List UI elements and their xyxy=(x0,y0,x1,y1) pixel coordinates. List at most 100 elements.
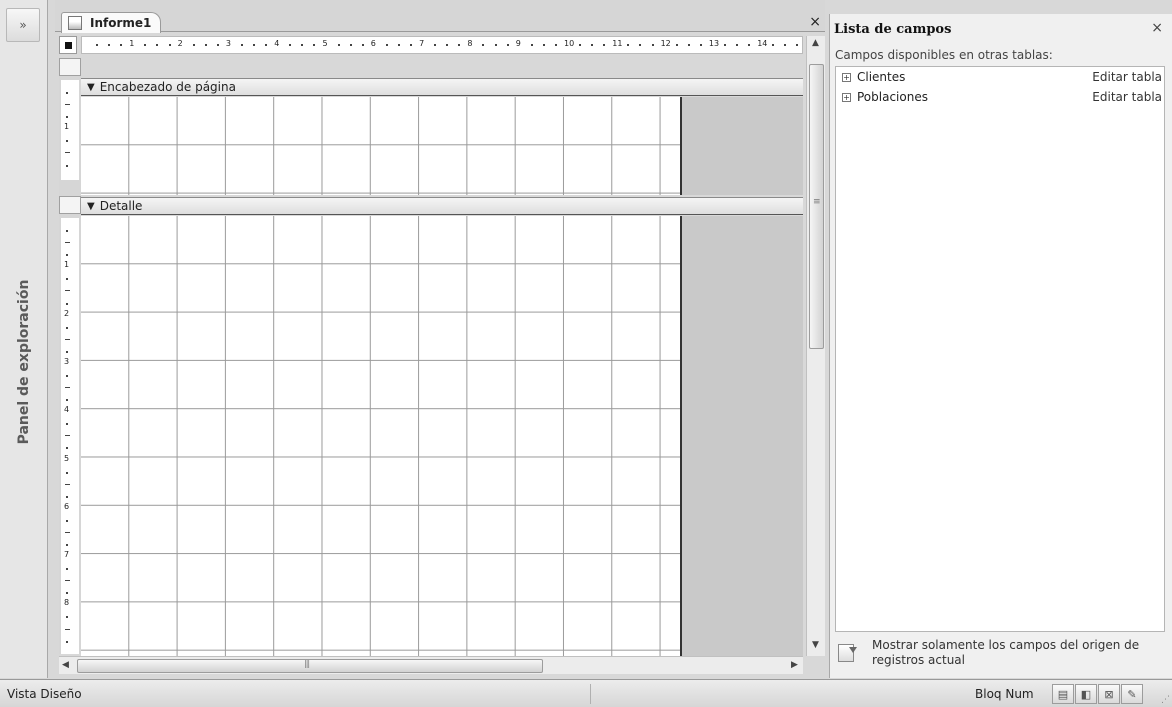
ruler-tick-label: 6 xyxy=(370,39,376,48)
scroll-right-icon[interactable]: ▶ xyxy=(791,660,798,670)
ruler-tick xyxy=(65,242,70,244)
table-name[interactable]: Poblaciones xyxy=(857,90,928,104)
ruler-tick xyxy=(66,544,68,547)
ruler-tick-label: 10 xyxy=(564,39,575,48)
ruler-tick xyxy=(66,350,68,353)
edit-table-link[interactable]: Editar tabla xyxy=(1092,90,1162,104)
ruler-tick xyxy=(434,44,437,46)
layout-view-icon[interactable]: ⊠ xyxy=(1098,684,1120,704)
list-item-poblaciones[interactable]: + Poblaciones Editar tabla xyxy=(836,87,1164,107)
vertical-scrollbar[interactable]: ▲ ▼ xyxy=(806,36,825,656)
scroll-down-icon[interactable]: ▼ xyxy=(812,640,819,650)
footer-line-1: Mostrar solamente los campos del origen … xyxy=(872,638,1140,652)
scroll-left-icon[interactable]: ◀ xyxy=(62,660,69,670)
ruler-tick xyxy=(482,44,485,46)
ruler-tick xyxy=(603,44,606,46)
show-current-source-only-option[interactable]: Mostrar solamente los campos del origen … xyxy=(838,638,1168,668)
ruler-tick xyxy=(65,338,70,340)
list-item-clientes[interactable]: + Clientes Editar tabla xyxy=(836,67,1164,87)
ruler-tick xyxy=(120,44,123,46)
horizontal-ruler[interactable]: 1 2 3 4 5 6 7 8 9 10 11 12 13 14 xyxy=(81,36,803,54)
ruler-tick xyxy=(506,44,509,46)
ruler-tick xyxy=(736,44,739,46)
ruler-tick xyxy=(66,423,68,426)
section-selector-header[interactable] xyxy=(59,58,81,76)
ruler-tick-label: 14 xyxy=(757,39,768,48)
ruler-tick-label: 5 xyxy=(322,39,328,48)
design-view-icon[interactable]: ✎ xyxy=(1121,684,1143,704)
ruler-tick xyxy=(784,44,787,46)
ruler-tick xyxy=(66,374,68,377)
close-document-button[interactable]: × xyxy=(809,14,821,30)
ruler-tick xyxy=(772,44,775,46)
ruler-tick xyxy=(66,302,68,305)
table-name[interactable]: Clientes xyxy=(857,70,905,84)
status-bar: Vista Diseño Bloq Num ▤ ◧ ⊠ ✎ ⋰ xyxy=(0,679,1172,707)
ruler-tick xyxy=(66,116,68,119)
ruler-tick xyxy=(579,44,582,46)
expand-icon[interactable]: + xyxy=(842,92,851,102)
edit-table-link[interactable]: Editar tabla xyxy=(1092,70,1162,84)
horizontal-scroll-thumb[interactable] xyxy=(77,659,543,673)
section-arrow-icon: ▼ xyxy=(87,200,95,212)
ruler-tick xyxy=(651,44,654,46)
ruler-tick-label: 6 xyxy=(64,501,70,511)
navigation-pane-label[interactable]: Panel de exploración xyxy=(16,280,32,445)
vertical-scroll-thumb[interactable] xyxy=(809,64,824,349)
ruler-tick xyxy=(240,44,243,46)
expand-nav-pane-button[interactable]: » xyxy=(6,8,40,42)
ruler-tick xyxy=(66,92,68,95)
ruler-tick xyxy=(289,44,292,46)
ruler-tick xyxy=(675,44,678,46)
ruler-tick xyxy=(66,399,68,402)
ruler-tick xyxy=(265,44,268,46)
expand-icon[interactable]: + xyxy=(842,72,851,82)
navigation-pane: » Panel de exploración xyxy=(0,0,48,678)
ruler-tick xyxy=(361,44,364,46)
tab-informe1[interactable]: Informe1 xyxy=(61,12,161,33)
ruler-tick xyxy=(204,44,207,46)
ruler-tick xyxy=(494,44,497,46)
close-field-list-button[interactable]: × xyxy=(1151,20,1163,36)
ruler-tick xyxy=(301,44,304,46)
ruler-tick xyxy=(168,44,171,46)
ruler-tick xyxy=(156,44,159,46)
ruler-tick xyxy=(591,44,594,46)
ruler-tick xyxy=(313,44,316,46)
section-bar-page-header[interactable]: ▼ Encabezado de página xyxy=(81,78,803,96)
footer-line-2: registros actual xyxy=(872,653,965,667)
ruler-tick xyxy=(748,44,751,46)
ruler-tick xyxy=(699,44,702,46)
filter-fields-icon[interactable] xyxy=(838,644,857,662)
ruler-tick-label: 2 xyxy=(64,308,70,318)
ruler-tick xyxy=(65,104,70,106)
section-selector-detail[interactable] xyxy=(59,196,81,214)
scroll-up-icon[interactable]: ▲ xyxy=(812,38,819,48)
ruler-tick-label: 7 xyxy=(419,39,425,48)
num-lock-indicator: Bloq Num xyxy=(975,687,1034,701)
report-selector[interactable] xyxy=(59,36,77,54)
ruler-tick xyxy=(66,471,68,474)
section-bar-detail[interactable]: ▼ Detalle xyxy=(81,197,803,215)
report-view-icon[interactable]: ▤ xyxy=(1052,684,1074,704)
vertical-ruler-detail[interactable]: 1 2 3 4 5 6 7 8 xyxy=(61,218,79,654)
ruler-tick xyxy=(66,326,68,329)
resize-grip-icon[interactable]: ⋰ xyxy=(1161,695,1170,705)
ruler-tick xyxy=(639,44,642,46)
horizontal-scrollbar[interactable]: ◀ ▶ xyxy=(59,656,803,674)
ruler-tick-label: 13 xyxy=(708,39,720,48)
ruler-tick xyxy=(66,140,68,143)
ruler-tick-label: 2 xyxy=(177,39,183,48)
off-page-area xyxy=(680,97,803,195)
document-tab-strip: Informe1 × xyxy=(55,0,825,33)
field-list-tree: + Clientes Editar tabla + Poblaciones Ed… xyxy=(835,66,1165,632)
print-preview-icon[interactable]: ◧ xyxy=(1075,684,1097,704)
field-list-title: Lista de campos xyxy=(834,21,952,37)
vertical-ruler-header[interactable]: 1 xyxy=(61,80,79,180)
show-current-source-only-label[interactable]: Mostrar solamente los campos del origen … xyxy=(872,638,1139,668)
ruler-tick-label: 9 xyxy=(515,39,521,48)
ruler-tick-label: 11 xyxy=(612,39,623,48)
field-list-subtitle: Campos disponibles en otras tablas: xyxy=(835,48,1053,62)
ruler-tick xyxy=(66,592,68,595)
ruler-tick xyxy=(349,44,352,46)
